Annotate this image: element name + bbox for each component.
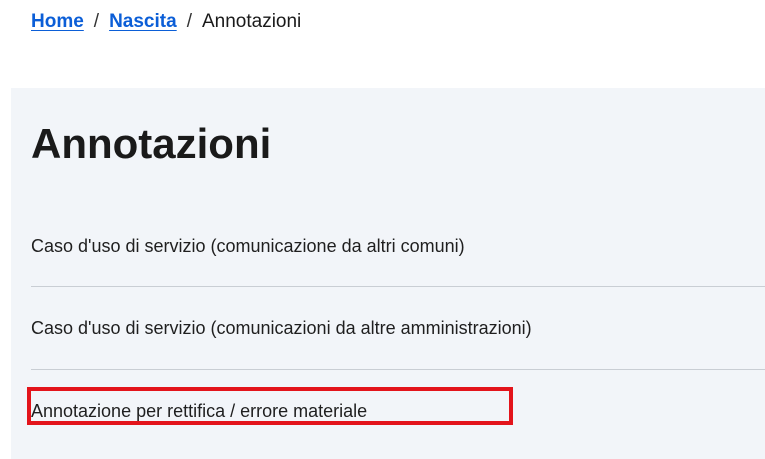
list-item[interactable]: Caso d'uso di servizio (comunicazione da… xyxy=(31,206,765,287)
breadcrumb: Home / Nascita / Annotazioni xyxy=(31,10,301,34)
breadcrumb-separator: / xyxy=(93,11,100,32)
breadcrumb-separator: / xyxy=(186,11,192,32)
annotazioni-list: Caso d'uso di servizio (comunicazione da… xyxy=(26,206,765,452)
list-item-label: Caso d'uso di servizio (comunicazione da… xyxy=(31,235,465,256)
list-item[interactable]: Caso d'uso di servizio (comunicazioni da… xyxy=(31,287,765,370)
list-item-label: Annotazione per rettifica / errore mater… xyxy=(26,386,514,425)
breadcrumb-home-link[interactable]: Home xyxy=(31,11,84,32)
page-title: Annotazioni xyxy=(31,120,272,167)
list-item-highlighted[interactable]: Annotazione per rettifica / errore mater… xyxy=(26,370,765,452)
annotazioni-panel: Annotazioni Caso d'uso di servizio (comu… xyxy=(11,88,765,459)
breadcrumb-current: Annotazioni xyxy=(201,11,302,32)
list-item-label: Caso d'uso di servizio (comunicazioni da… xyxy=(31,317,532,338)
breadcrumb-nascita-link[interactable]: Nascita xyxy=(109,11,177,32)
